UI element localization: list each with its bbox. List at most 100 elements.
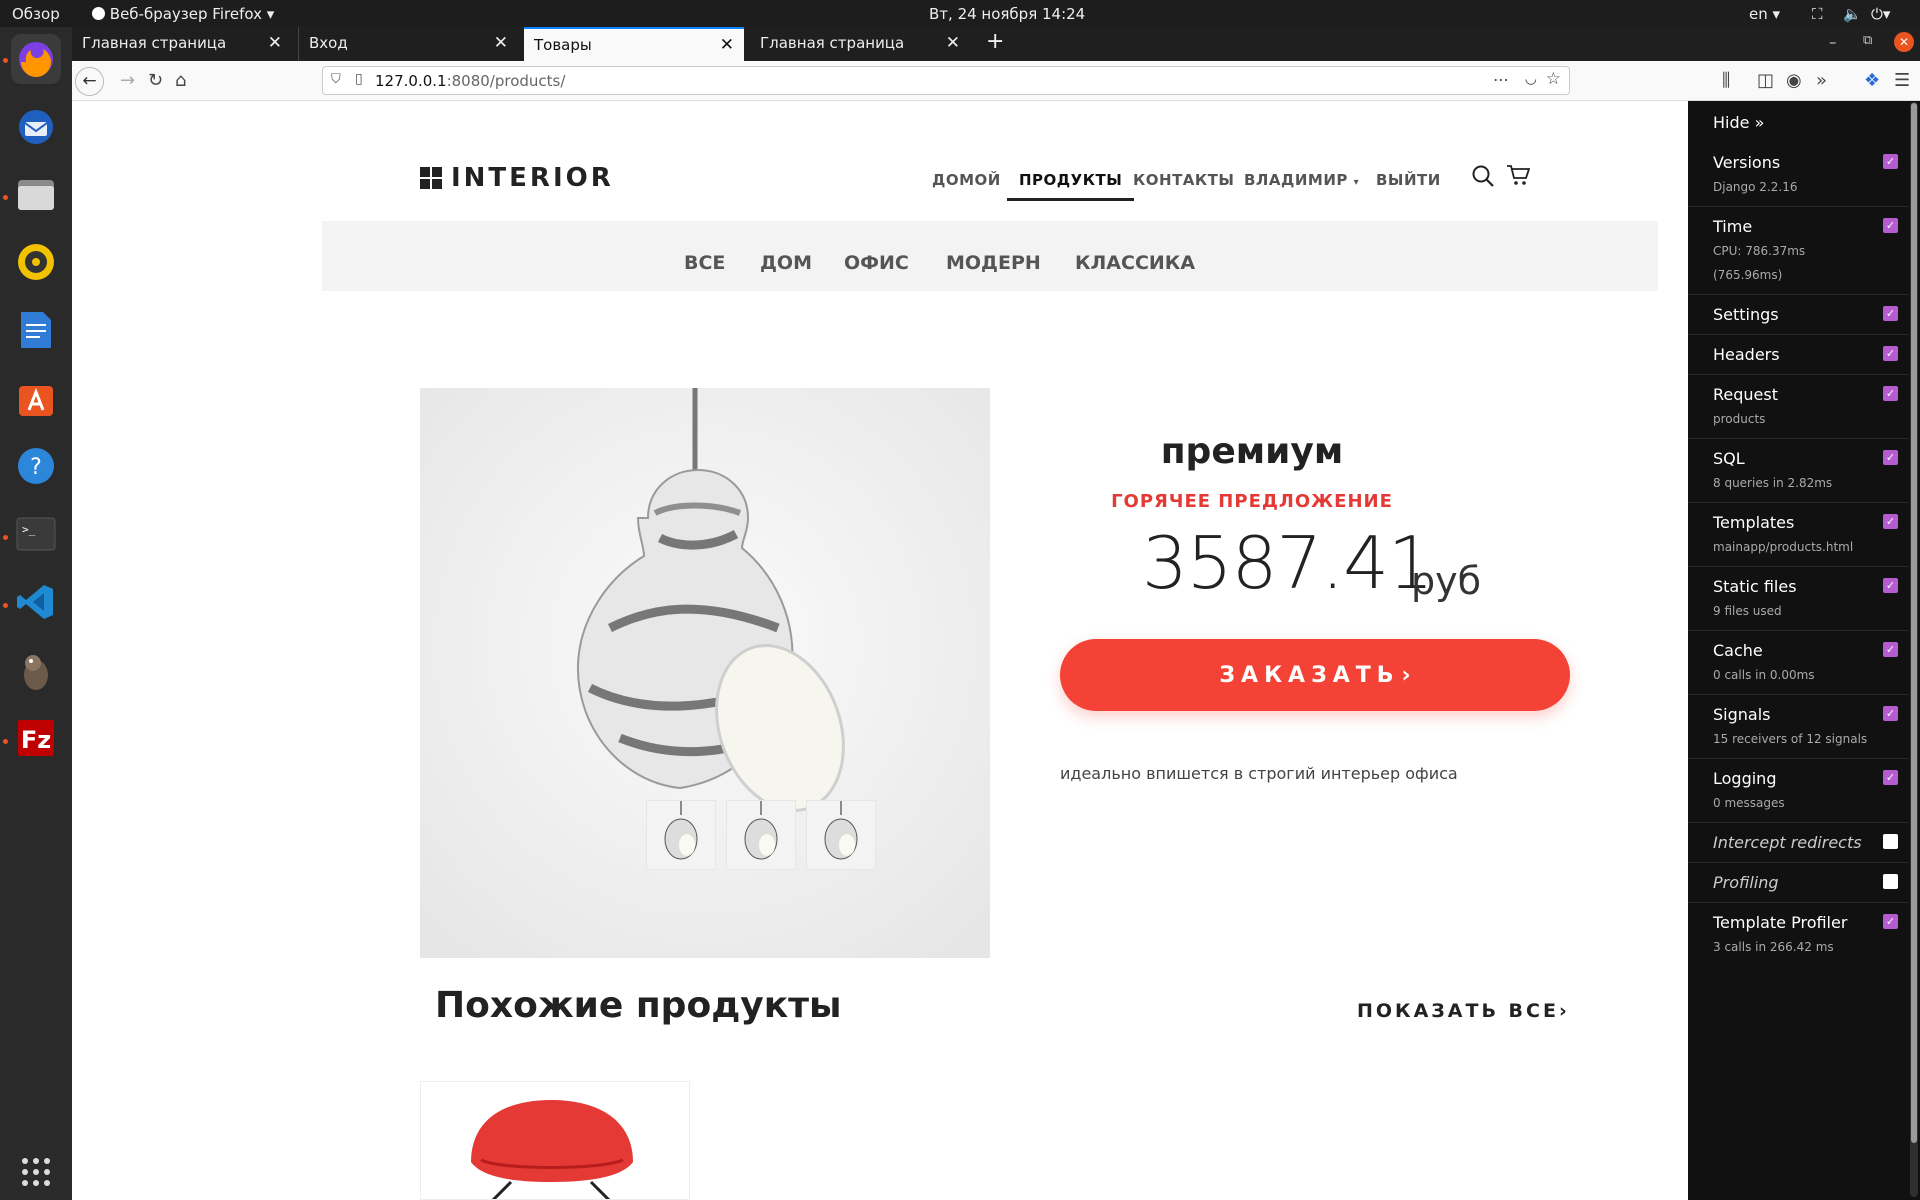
close-icon[interactable]: ✕ (720, 35, 734, 55)
thunderbird-icon[interactable] (11, 102, 61, 152)
sidebar-icon[interactable]: ◫ (1757, 70, 1774, 91)
extensions-icon[interactable]: ❖ (1864, 70, 1880, 91)
product-thumbnail[interactable] (806, 800, 876, 870)
url-bar[interactable]: ⛉ ▯ 127.0.0.1:8080/products/ ⋯ ◡ ☆ (322, 66, 1570, 95)
page-actions-icon[interactable]: ⋯ (1493, 70, 1509, 89)
panel-static-files[interactable]: Static files 9 files used ✓ (1688, 567, 1908, 631)
scrollbar-thumb[interactable] (1911, 103, 1917, 1143)
panel-toggle-checkbox[interactable]: ✓ (1883, 154, 1898, 169)
panel-toggle-checkbox[interactable]: ✓ (1883, 306, 1898, 321)
nav-contacts[interactable]: КОНТАКТЫ (1133, 171, 1234, 189)
bookmark-star-icon[interactable]: ☆ (1546, 69, 1561, 89)
panel-template-profiler[interactable]: Template Profiler 3 calls in 266.42 ms ✓ (1688, 903, 1908, 967)
clock[interactable]: Вт, 24 ноября 14:24 (929, 5, 1085, 23)
panel-templates[interactable]: Templates mainapp/products.html ✓ (1688, 503, 1908, 567)
language-indicator[interactable]: en ▾ (1749, 5, 1780, 23)
category-classic[interactable]: КЛАССИКА (1075, 252, 1195, 274)
firefox-icon[interactable] (11, 34, 61, 84)
close-icon[interactable]: ✕ (946, 33, 960, 53)
panel-signals[interactable]: Signals 15 receivers of 12 signals ✓ (1688, 695, 1908, 759)
volume-icon[interactable]: 🔈 (1843, 5, 1862, 23)
panel-toggle-checkbox[interactable]: ✓ (1883, 514, 1898, 529)
product-thumbnail[interactable] (646, 800, 716, 870)
panel-toggle-checkbox[interactable]: ✓ (1883, 770, 1898, 785)
site-logo[interactable]: INTERIOR (420, 163, 614, 193)
similar-product-card[interactable] (420, 1081, 690, 1200)
app-menu[interactable]: Веб-браузер Firefox ▾ (92, 5, 274, 23)
product-thumbnail[interactable] (726, 800, 796, 870)
panel-settings[interactable]: Settings ✓ (1688, 295, 1908, 335)
panel-versions[interactable]: Versions Django 2.2.16 ✓ (1688, 143, 1908, 207)
writer-icon[interactable] (11, 305, 61, 355)
panel-logging[interactable]: Logging 0 messages ✓ (1688, 759, 1908, 823)
tab-login[interactable]: Вход ✕ (298, 27, 518, 61)
search-icon[interactable] (1471, 164, 1495, 188)
home-icon[interactable]: ⌂ (175, 70, 186, 91)
gimp-icon[interactable] (11, 645, 61, 695)
panel-toggle-checkbox[interactable]: ✓ (1883, 706, 1898, 721)
order-button[interactable]: ЗАКАЗАТЬ › (1060, 639, 1570, 711)
tab-home-2[interactable]: Главная страница ✕ (750, 27, 970, 61)
vscode-icon[interactable] (11, 577, 61, 627)
software-icon[interactable] (11, 373, 61, 423)
pocket-icon[interactable]: ◡ (1525, 71, 1537, 87)
show-all-label: ПОКАЗАТЬ ВСЕ (1357, 1000, 1559, 1022)
panel-intercept-redirects[interactable]: Intercept redirects (1688, 823, 1908, 863)
close-icon[interactable]: ✕ (494, 33, 508, 53)
panel-cache[interactable]: Cache 0 calls in 0.00ms ✓ (1688, 631, 1908, 695)
restore-icon[interactable]: ⧉ (1863, 33, 1872, 48)
filezilla-icon[interactable]: Fz (11, 713, 61, 763)
terminal-icon[interactable]: >_ (11, 509, 61, 559)
panel-headers[interactable]: Headers ✓ (1688, 335, 1908, 375)
network-icon[interactable]: ⛶ (1812, 5, 1823, 23)
panel-toggle-checkbox[interactable]: ✓ (1883, 914, 1898, 929)
show-all-link[interactable]: ПОКАЗАТЬ ВСЕ› (1357, 1000, 1567, 1022)
help-icon[interactable]: ? (11, 441, 61, 491)
nav-logout[interactable]: ВЫЙТИ (1376, 171, 1441, 189)
nav-user-dropdown[interactable]: ВЛАДИМИР ▾ (1244, 171, 1359, 189)
category-all[interactable]: ВСЕ (684, 252, 725, 274)
panel-subtitle: 0 calls in 0.00ms (1713, 668, 1815, 682)
panel-toggle-checkbox[interactable]: ✓ (1883, 386, 1898, 401)
panel-profiling[interactable]: Profiling (1688, 863, 1908, 903)
close-icon[interactable]: ✕ (268, 33, 282, 53)
nav-home[interactable]: ДОМОЙ (932, 171, 1001, 189)
back-icon[interactable]: ← (75, 67, 104, 96)
grid-icon[interactable] (11, 1147, 61, 1197)
panel-title: Headers (1713, 345, 1780, 364)
cart-icon[interactable] (1506, 163, 1530, 187)
window-close-icon[interactable]: ✕ (1894, 32, 1914, 52)
category-modern[interactable]: МОДЕРН (946, 252, 1041, 274)
rhythmbox-icon[interactable] (11, 237, 61, 287)
panel-toggle-checkbox[interactable]: ✓ (1883, 578, 1898, 593)
tab-products[interactable]: Товары ✕ (524, 27, 744, 61)
panel-toggle-checkbox[interactable]: ✓ (1883, 346, 1898, 361)
tab-home-1[interactable]: Главная страница ✕ (72, 27, 292, 61)
overflow-icon[interactable]: » (1816, 70, 1827, 91)
menu-icon[interactable]: ☰ (1894, 70, 1910, 91)
files-icon[interactable] (11, 169, 61, 219)
reload-icon[interactable]: ↻ (148, 70, 163, 91)
forward-icon[interactable]: → (120, 70, 135, 91)
shield-icon[interactable]: ⛉ (331, 72, 341, 87)
new-tab-icon[interactable]: + (980, 27, 1010, 61)
hide-toolbar-button[interactable]: Hide » (1713, 113, 1764, 132)
panel-toggle-checkbox[interactable]: ✓ (1883, 218, 1898, 233)
nav-products[interactable]: ПРОДУКТЫ (1007, 171, 1135, 201)
category-office[interactable]: ОФИС (844, 252, 909, 274)
panel-toggle-checkbox[interactable] (1883, 834, 1898, 849)
panel-toggle-checkbox[interactable]: ✓ (1883, 642, 1898, 657)
panel-sql[interactable]: SQL 8 queries in 2.82ms ✓ (1688, 439, 1908, 503)
minimize-icon[interactable]: – (1829, 33, 1837, 51)
nav-bar: ← → ↻ ⌂ ⛉ ▯ 127.0.0.1:8080/products/ ⋯ ◡… (72, 61, 1920, 101)
power-icon[interactable]: ⏻▾ (1871, 5, 1890, 23)
toolbar-scrollbar[interactable] (1910, 102, 1918, 1197)
activities-button[interactable]: Обзор (12, 5, 60, 23)
library-icon[interactable]: ⫼ (1722, 70, 1730, 91)
panel-time[interactable]: Time CPU: 786.37ms (765.96ms) ✓ (1688, 207, 1908, 295)
panel-toggle-checkbox[interactable]: ✓ (1883, 450, 1898, 465)
panel-request[interactable]: Request products ✓ (1688, 375, 1908, 439)
panel-toggle-checkbox[interactable] (1883, 874, 1898, 889)
account-icon[interactable]: ◉ (1786, 70, 1802, 91)
category-home[interactable]: ДОМ (760, 252, 812, 274)
